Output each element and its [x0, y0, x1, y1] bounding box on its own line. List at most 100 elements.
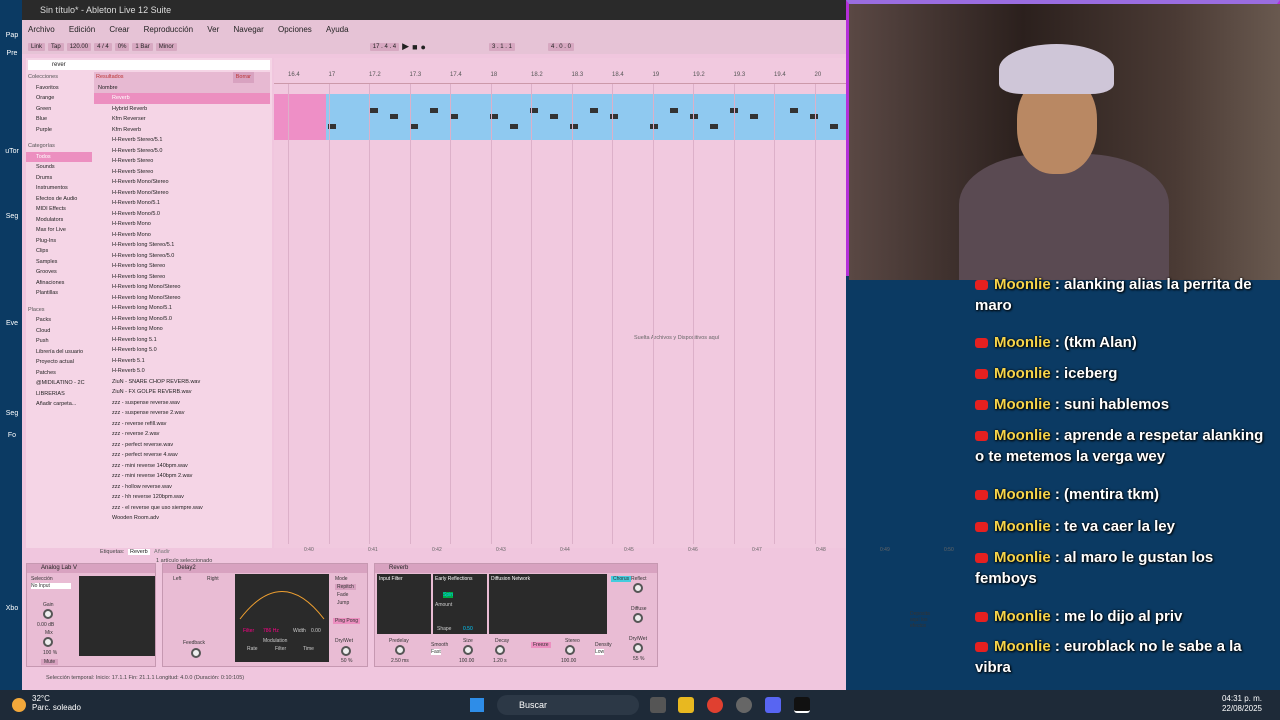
feedback-knob[interactable]: [191, 648, 201, 658]
result-item[interactable]: H-Reverb Mono/Stereo: [94, 177, 270, 188]
result-item[interactable]: H-Reverb 5.0: [94, 366, 270, 377]
zoom-field[interactable]: 0%: [114, 42, 130, 51]
category-item[interactable]: Plug-Ins: [26, 236, 92, 247]
result-item[interactable]: H-Reverb long Mono/Stereo: [94, 282, 270, 293]
result-item[interactable]: zzz - reverse refill.wav: [94, 419, 270, 430]
clip-loop-region[interactable]: [274, 94, 326, 140]
result-item[interactable]: H-Reverb long Stereo: [94, 272, 270, 283]
ping-pong-button[interactable]: Ping Pong: [333, 618, 361, 624]
loop-length-field[interactable]: 4 . 0 . 0: [547, 42, 574, 51]
midi-note[interactable]: [390, 114, 398, 119]
key-select[interactable]: Minor: [155, 42, 177, 51]
midi-note[interactable]: [750, 114, 758, 119]
file-explorer-icon[interactable]: [678, 697, 694, 713]
tap-button[interactable]: Tap: [48, 42, 64, 51]
chorus-button[interactable]: Chorus: [611, 576, 632, 582]
desktop-icon[interactable]: Xbo: [2, 605, 22, 612]
result-item[interactable]: H-Reverb Mono: [94, 230, 270, 241]
result-item[interactable]: zzz - mini reverse 140bpm 2.wav: [94, 471, 270, 482]
result-item[interactable]: zzz - mini reverse 140bpm.wav: [94, 461, 270, 472]
result-item[interactable]: H-Reverb long 5.1: [94, 335, 270, 346]
midi-note[interactable]: [510, 124, 518, 129]
plugin-display[interactable]: [79, 576, 155, 656]
smooth-select[interactable]: Fast: [431, 649, 441, 655]
midi-note[interactable]: [370, 108, 378, 113]
reflect-knob[interactable]: [633, 583, 643, 593]
gain-knob[interactable]: [43, 609, 53, 619]
result-item[interactable]: zzz - perfect reverse 4.wav: [94, 450, 270, 461]
drywet-knob[interactable]: [341, 646, 351, 656]
taskbar-clock[interactable]: 04:31 p. m. 22/08/2025: [1212, 694, 1262, 714]
drywet-knob[interactable]: [633, 643, 643, 653]
diffuse-knob[interactable]: [633, 613, 643, 623]
predelay-knob[interactable]: [395, 645, 405, 655]
category-item[interactable]: Instrumentos: [26, 183, 92, 194]
place-item[interactable]: Push: [26, 336, 92, 347]
result-item[interactable]: H-Reverb long 5.0: [94, 345, 270, 356]
app-icon[interactable]: [736, 697, 752, 713]
place-item[interactable]: Cloud: [26, 326, 92, 337]
loop-start-field[interactable]: 3 . 1 . 1: [488, 42, 515, 51]
link-button[interactable]: Link: [28, 42, 46, 51]
result-item[interactable]: zzz - suspense reverse 2.wav: [94, 408, 270, 419]
midi-note[interactable]: [670, 108, 678, 113]
midi-note[interactable]: [550, 114, 558, 119]
result-item[interactable]: Kfm Reverb: [94, 125, 270, 136]
result-item[interactable]: H-Reverb long Stereo/5.1: [94, 240, 270, 251]
windows-start-icon[interactable]: [470, 698, 484, 712]
result-item[interactable]: H-Reverb long Mono/Stereo: [94, 293, 270, 304]
result-item[interactable]: zzz - suspense reverse.wav: [94, 398, 270, 409]
stop-icon[interactable]: ■: [412, 42, 417, 52]
menu-ayuda[interactable]: Ayuda: [320, 20, 355, 39]
desktop-icon[interactable]: Eve: [2, 320, 22, 327]
category-item[interactable]: Sounds: [26, 162, 92, 173]
result-item[interactable]: zzz - el reverse que uso siempre.wav: [94, 503, 270, 514]
menu-archivo[interactable]: Archivo: [22, 20, 61, 39]
desktop-icon[interactable]: Seg: [2, 213, 22, 220]
midi-note[interactable]: [830, 124, 838, 129]
desktop-icon[interactable]: Seg: [2, 410, 22, 417]
device-title[interactable]: Reverb: [375, 564, 657, 573]
fade-button[interactable]: Fade: [335, 592, 350, 598]
result-item[interactable]: H-Reverb Mono: [94, 219, 270, 230]
category-item[interactable]: Grooves: [26, 267, 92, 278]
desktop-icon[interactable]: uTor: [2, 148, 22, 155]
size-knob[interactable]: [463, 645, 473, 655]
place-item[interactable]: @MIDILATINO - 2C: [26, 378, 92, 389]
menu-edicion[interactable]: Edición: [63, 20, 101, 39]
place-item[interactable]: Packs: [26, 315, 92, 326]
menu-navegar[interactable]: Navegar: [228, 20, 270, 39]
add-tag-button[interactable]: Añadir: [154, 549, 170, 555]
menu-opciones[interactable]: Opciones: [272, 20, 318, 39]
desktop-icon[interactable]: Pap: [2, 32, 22, 39]
desktop-icon[interactable]: Pre: [2, 50, 22, 57]
midi-note[interactable]: [430, 108, 438, 113]
result-item[interactable]: H-Reverb Mono/5.0: [94, 209, 270, 220]
midi-note[interactable]: [790, 108, 798, 113]
result-item[interactable]: zzz - perfect reverse.wav: [94, 440, 270, 451]
place-item[interactable]: Patches: [26, 368, 92, 379]
result-item[interactable]: H-Reverb long Stereo/5.0: [94, 251, 270, 262]
name-column-header[interactable]: Nombre: [94, 82, 270, 93]
collection-item[interactable]: Favoritos: [26, 83, 92, 94]
weather-widget[interactable]: 32°C Parc. soleado: [12, 694, 81, 712]
repitch-button[interactable]: Repitch: [335, 584, 356, 590]
result-item[interactable]: ZiuN - SNARE CHOP REVERB.wav: [94, 377, 270, 388]
place-item[interactable]: Librería del usuario: [26, 347, 92, 358]
input-select[interactable]: No Input: [31, 583, 71, 589]
category-item[interactable]: Drums: [26, 173, 92, 184]
menu-reproduccion[interactable]: Reproducción: [138, 20, 199, 39]
stereo-knob[interactable]: [565, 645, 575, 655]
midi-note[interactable]: [650, 124, 658, 129]
result-item[interactable]: H-Reverb long Stereo: [94, 261, 270, 272]
result-item[interactable]: ZiuN - FX GOLPE REVERB.wav: [94, 387, 270, 398]
result-item[interactable]: Hybrid Reverb: [94, 104, 270, 115]
time-ruler[interactable]: 0:40 0:41 0:42 0:43 0:44 0:45 0:46 0:47 0:48 0:49…: [274, 546, 954, 555]
diffusion-display[interactable]: [489, 574, 607, 634]
result-item[interactable]: H-Reverb long Mono/5.0: [94, 314, 270, 325]
ableton-live-icon[interactable]: [794, 697, 810, 713]
chrome-icon[interactable]: [707, 697, 723, 713]
result-item[interactable]: H-Reverb Stereo/5.1: [94, 135, 270, 146]
record-icon[interactable]: ●: [421, 42, 426, 52]
clear-search-button[interactable]: Borrar: [232, 72, 254, 83]
